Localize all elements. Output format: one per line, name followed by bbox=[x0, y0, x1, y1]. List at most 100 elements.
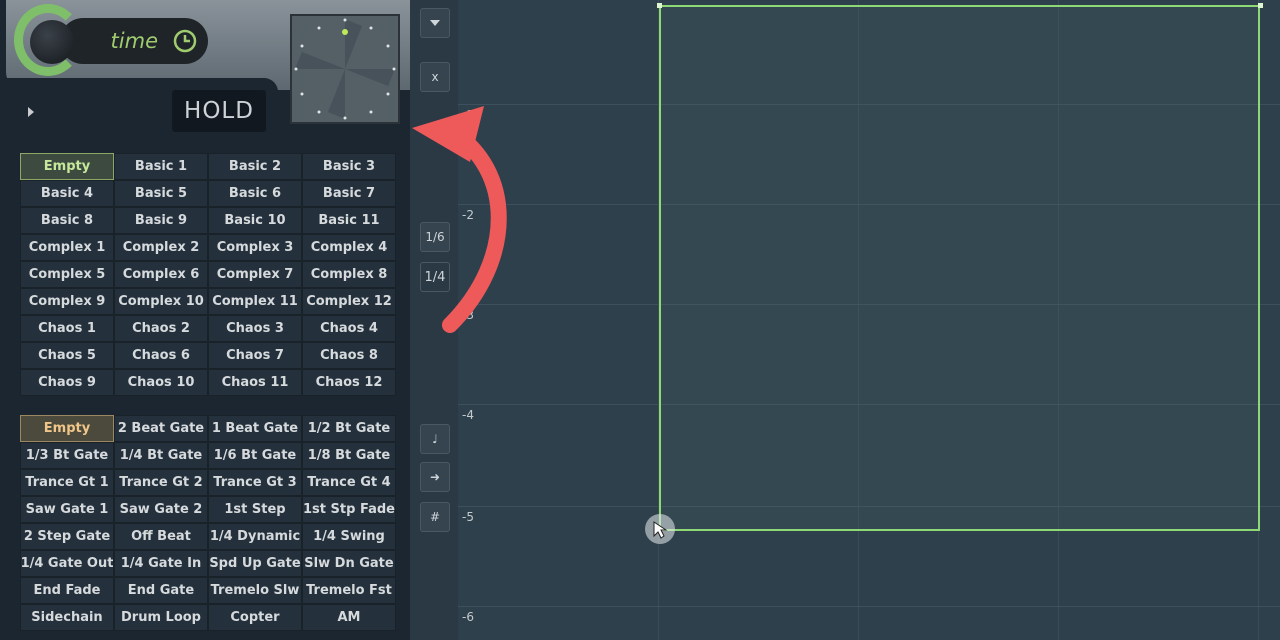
preset-button[interactable]: Basic 8 bbox=[20, 207, 114, 234]
preset-button[interactable]: Complex 4 bbox=[302, 234, 396, 261]
preset-button[interactable]: Saw Gate 1 bbox=[20, 496, 114, 523]
preset-button[interactable]: Chaos 2 bbox=[114, 315, 208, 342]
preset-button[interactable]: Basic 2 bbox=[208, 153, 302, 180]
preset-button[interactable]: Sidechain bbox=[20, 604, 114, 631]
expand-arrow-icon[interactable] bbox=[28, 107, 34, 117]
selection-rectangle[interactable] bbox=[659, 5, 1260, 531]
preset-button[interactable]: Chaos 6 bbox=[114, 342, 208, 369]
preset-button[interactable]: 1/4 Gate Out bbox=[20, 550, 114, 577]
preset-button[interactable]: Chaos 11 bbox=[208, 369, 302, 396]
preset-button[interactable]: 1/3 Bt Gate bbox=[20, 442, 114, 469]
preset-button[interactable]: 2 Beat Gate bbox=[114, 415, 208, 442]
grid-line bbox=[458, 606, 1280, 607]
lfo-preview bbox=[290, 14, 400, 124]
preset-button[interactable]: Tremelo Fst bbox=[302, 577, 396, 604]
preset-button[interactable]: 1/4 Gate In bbox=[114, 550, 208, 577]
pointer-icon bbox=[653, 521, 668, 539]
preview-graphic bbox=[294, 18, 396, 120]
preset-button[interactable]: Empty bbox=[20, 415, 114, 442]
preset-button[interactable]: 1/8 Bt Gate bbox=[302, 442, 396, 469]
preset-grid-gates: Empty 2 Beat Gate 1 Beat Gate 1/2 Bt Gate 1/… bbox=[20, 415, 396, 631]
preset-button[interactable]: End Gate bbox=[114, 577, 208, 604]
preset-button[interactable]: 1/6 Bt Gate bbox=[208, 442, 302, 469]
hand-cursor-icon bbox=[645, 514, 675, 544]
preset-button[interactable]: Chaos 7 bbox=[208, 342, 302, 369]
preset-button[interactable]: 1st Stp Fade bbox=[302, 496, 396, 523]
menu-dropdown-button[interactable] bbox=[420, 8, 450, 38]
preset-button[interactable]: Chaos 5 bbox=[20, 342, 114, 369]
time-knob[interactable] bbox=[30, 20, 74, 64]
app-window: time HOLD Empty Basic 1 Basic 2 Basic 3 … bbox=[0, 0, 1280, 640]
tool-strip bbox=[410, 0, 458, 640]
preset-button[interactable]: Trance Gt 3 bbox=[208, 469, 302, 496]
preset-button[interactable]: 1/2 Bt Gate bbox=[302, 415, 396, 442]
y-label: -2 bbox=[462, 208, 474, 222]
preset-button[interactable]: Basic 9 bbox=[114, 207, 208, 234]
preset-button[interactable]: Trance Gt 4 bbox=[302, 469, 396, 496]
preset-button[interactable]: Basic 7 bbox=[302, 180, 396, 207]
hold-button[interactable]: HOLD bbox=[172, 90, 266, 132]
preset-button[interactable]: Basic 5 bbox=[114, 180, 208, 207]
preset-button[interactable]: Complex 6 bbox=[114, 261, 208, 288]
preset-button[interactable]: Complex 3 bbox=[208, 234, 302, 261]
preset-button[interactable]: Complex 9 bbox=[20, 288, 114, 315]
snap-1-4-button[interactable]: 1/4 bbox=[420, 262, 450, 292]
envelope-point[interactable] bbox=[1258, 3, 1263, 8]
arrow-right-icon: ➜ bbox=[429, 470, 441, 484]
envelope-point[interactable] bbox=[657, 3, 662, 8]
preset-panel: time HOLD Empty Basic 1 Basic 2 Basic 3 … bbox=[0, 0, 410, 640]
preset-button[interactable]: Basic 10 bbox=[208, 207, 302, 234]
preset-button[interactable]: Basic 11 bbox=[302, 207, 396, 234]
preset-button[interactable]: Copter bbox=[208, 604, 302, 631]
y-label: -5 bbox=[462, 510, 474, 524]
preset-button[interactable]: 1st Step bbox=[208, 496, 302, 523]
preset-button[interactable]: Basic 4 bbox=[20, 180, 114, 207]
preset-button[interactable]: 1/4 Dynamic bbox=[208, 523, 302, 550]
preset-button[interactable]: Trance Gt 2 bbox=[114, 469, 208, 496]
preset-button[interactable]: Complex 11 bbox=[208, 288, 302, 315]
preset-button[interactable]: Complex 8 bbox=[302, 261, 396, 288]
snap-1-6-button[interactable]: 1/6 bbox=[420, 222, 450, 252]
preset-button[interactable]: Chaos 9 bbox=[20, 369, 114, 396]
preset-button[interactable]: Off Beat bbox=[114, 523, 208, 550]
preset-button[interactable]: Complex 10 bbox=[114, 288, 208, 315]
y-label: -3 bbox=[462, 308, 474, 322]
time-toggle[interactable]: time bbox=[60, 18, 208, 64]
preset-button[interactable]: Basic 1 bbox=[114, 153, 208, 180]
preset-button[interactable]: 1 Beat Gate bbox=[208, 415, 302, 442]
preset-button[interactable]: 1/4 Swing bbox=[302, 523, 396, 550]
preset-button[interactable]: Complex 1 bbox=[20, 234, 114, 261]
preset-button[interactable]: Complex 2 bbox=[114, 234, 208, 261]
preset-button[interactable]: 1/4 Bt Gate bbox=[114, 442, 208, 469]
chevron-down-icon bbox=[430, 20, 440, 26]
note-tool-button[interactable]: ♩ bbox=[420, 424, 450, 454]
preset-button[interactable]: Saw Gate 2 bbox=[114, 496, 208, 523]
preset-button[interactable]: Complex 5 bbox=[20, 261, 114, 288]
preset-button[interactable]: Chaos 1 bbox=[20, 315, 114, 342]
preset-button[interactable]: AM bbox=[302, 604, 396, 631]
preset-button[interactable]: Basic 3 bbox=[302, 153, 396, 180]
preset-button[interactable]: Basic 6 bbox=[208, 180, 302, 207]
grid-tool-button[interactable]: # bbox=[420, 502, 450, 532]
preset-button[interactable]: Chaos 12 bbox=[302, 369, 396, 396]
preset-button[interactable]: Trance Gt 1 bbox=[20, 469, 114, 496]
note-icon: ♩ bbox=[432, 432, 438, 446]
preset-button[interactable]: Complex 12 bbox=[302, 288, 396, 315]
preset-button[interactable]: Chaos 8 bbox=[302, 342, 396, 369]
preset-button[interactable]: Chaos 3 bbox=[208, 315, 302, 342]
preset-button[interactable]: Chaos 4 bbox=[302, 315, 396, 342]
grid-icon: # bbox=[429, 510, 441, 524]
preset-button[interactable]: Spd Up Gate bbox=[208, 550, 302, 577]
preset-button[interactable]: Complex 7 bbox=[208, 261, 302, 288]
arrow-tool-button[interactable]: ➜ bbox=[420, 462, 450, 492]
preset-button[interactable]: Tremelo Slw bbox=[208, 577, 302, 604]
envelope-graph[interactable]: -1 -2 -3 -4 -5 -6 bbox=[458, 0, 1280, 640]
preset-button[interactable]: End Fade bbox=[20, 577, 114, 604]
preset-button[interactable]: Chaos 10 bbox=[114, 369, 208, 396]
preset-button[interactable]: Empty bbox=[20, 153, 114, 180]
preset-button[interactable]: Drum Loop bbox=[114, 604, 208, 631]
preset-button[interactable]: Slw Dn Gate bbox=[302, 550, 396, 577]
preset-button[interactable]: 2 Step Gate bbox=[20, 523, 114, 550]
y-label: -4 bbox=[462, 408, 474, 422]
close-button[interactable]: x bbox=[420, 62, 450, 92]
